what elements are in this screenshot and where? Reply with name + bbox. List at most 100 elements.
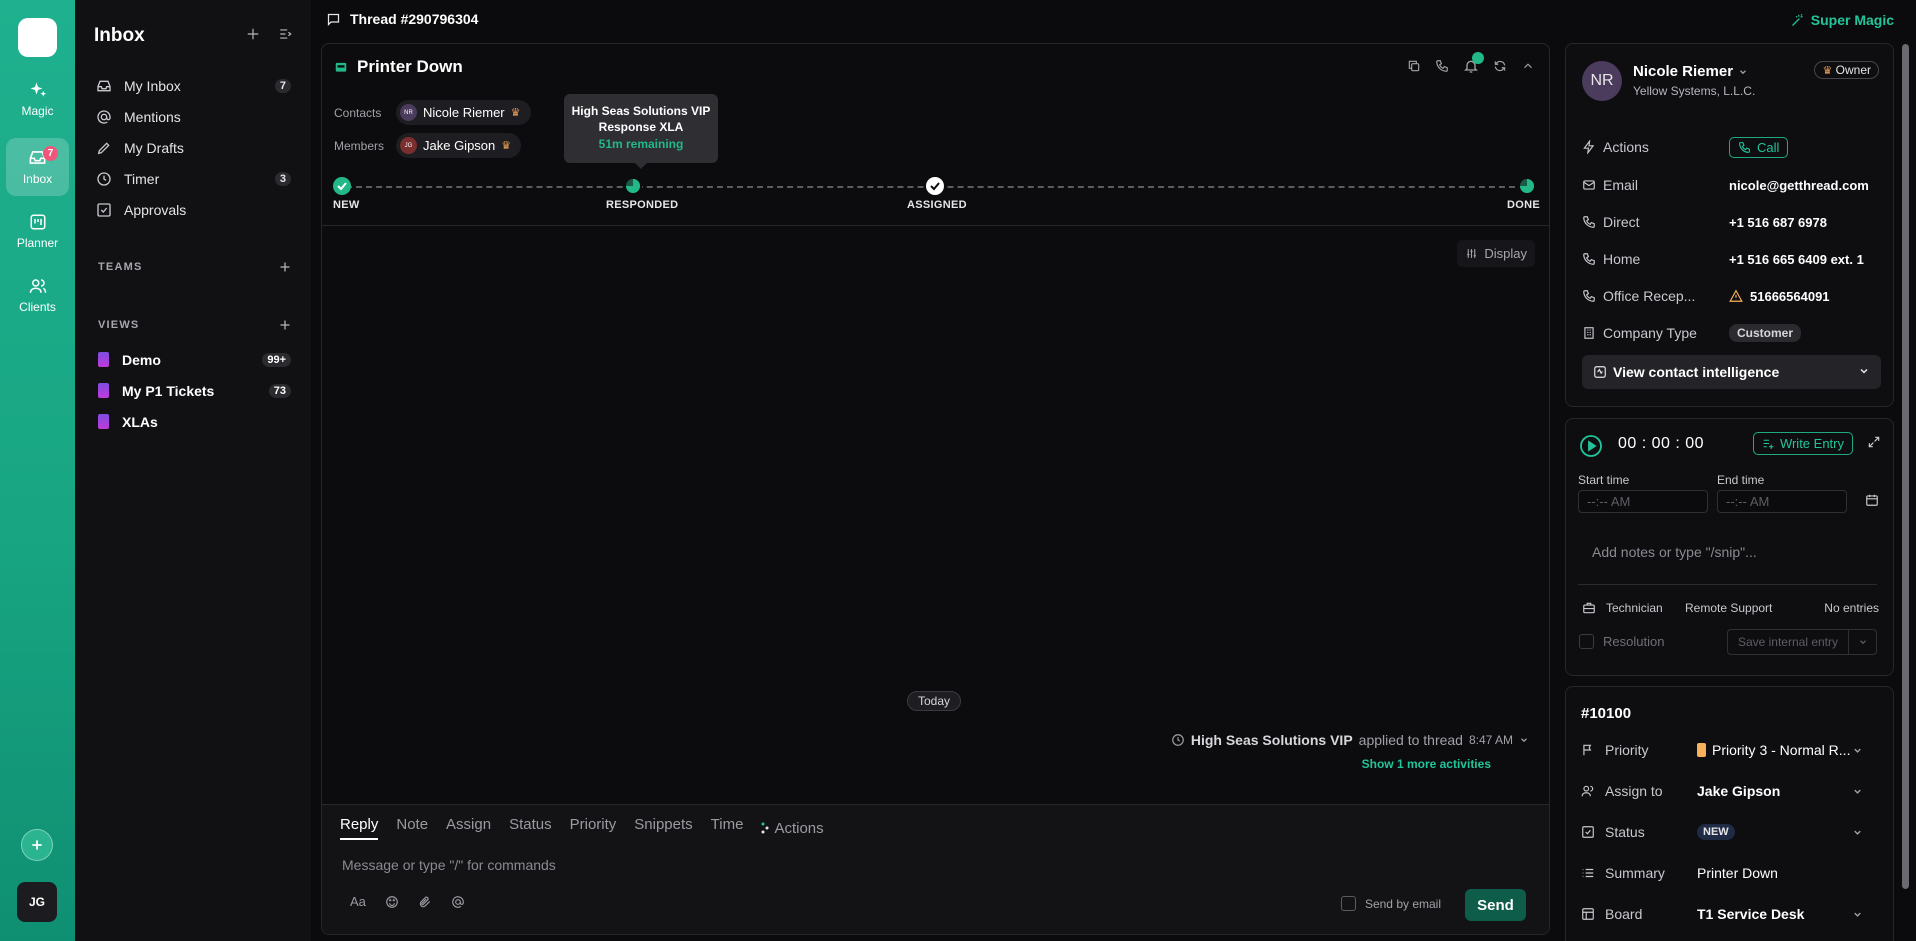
emoji-icon[interactable] [385,895,399,909]
resolution-checkbox[interactable] [1579,634,1594,649]
super-magic-button[interactable]: Super Magic [1790,12,1894,28]
right-panel-scrollbar[interactable] [1902,44,1909,889]
sidebar-view-xlas[interactable]: XLAs [75,406,311,437]
text-format-button[interactable]: Aa [350,894,366,909]
rail-magic[interactable]: Magic [6,70,69,128]
end-time-label: End time [1717,473,1765,487]
refresh-icon[interactable] [1493,59,1507,73]
call-button[interactable]: Call [1729,136,1789,158]
tab-actions[interactable]: Actions [761,816,824,840]
create-button[interactable] [21,829,53,861]
priority-row[interactable]: Priority Priority 3 - Normal R... [1581,738,1879,762]
end-time-input[interactable]: --:-- AM [1717,490,1847,513]
member-avatar: JG [400,137,417,154]
rail-inbox[interactable]: Inbox 7 [6,138,69,196]
sidebar-item-my-inbox[interactable]: My Inbox 7 [75,70,311,101]
tab-reply[interactable]: Reply [340,816,379,840]
rail-clients-label: Clients [19,299,56,314]
board-row[interactable]: Board T1 Service Desk [1581,902,1879,926]
chevron-down-icon[interactable] [1519,735,1529,745]
view-flag-icon [98,383,109,398]
mention-icon[interactable] [451,895,465,909]
collapse-sidebar-icon[interactable] [278,27,293,41]
user-avatar[interactable]: JG [17,882,57,922]
start-time-label: Start time [1578,473,1630,487]
sparkle-icon [29,81,47,99]
contact-name[interactable]: Nicole Riemer [1633,63,1748,80]
send-by-email-checkbox[interactable] [1340,896,1356,911]
rail-clients[interactable]: Clients [6,266,69,324]
xla-title: High Seas Solutions VIP Response XLA [571,104,711,134]
member-pill[interactable]: JG Jake Gipson ♛ [396,133,522,158]
chevron-down-icon[interactable] [1848,630,1876,654]
direct-value[interactable]: +1 516 687 6978 [1729,215,1827,230]
chevron-up-icon[interactable] [1521,59,1535,73]
timeline-node-done[interactable] [1518,177,1536,195]
calendar-icon[interactable] [1865,493,1879,507]
summary-row[interactable]: Summary Printer Down [1581,861,1879,885]
write-entry-button[interactable]: Write Entry [1752,432,1853,455]
app-logo[interactable] [18,18,57,57]
contact-intelligence-button[interactable]: View contact intelligence [1582,355,1881,389]
start-time-input[interactable]: --:-- AM [1578,490,1708,513]
email-value[interactable]: nicole@getthread.com [1729,178,1869,193]
message-input[interactable] [342,857,1242,873]
contact-pill[interactable]: NR Nicole Riemer ♛ [396,100,531,125]
tab-note[interactable]: Note [396,816,428,840]
sidebar-title: Inbox [94,25,145,46]
resolution-row[interactable]: Resolution [1579,634,1664,649]
users-icon [29,277,47,295]
email-row: Email nicole@getthread.com [1582,174,1879,196]
copy-icon[interactable] [1407,59,1421,73]
add-view-plus-icon[interactable] [279,319,291,331]
time-notes-input[interactable]: Add notes or type "/snip"... [1592,544,1757,560]
contacts-row: Contacts NR Nicole Riemer ♛ [334,100,531,125]
sidebar-item-my-drafts[interactable]: My Drafts [75,132,311,163]
play-icon[interactable] [1579,434,1603,458]
mail-icon [1582,178,1596,192]
send-by-email[interactable]: Send by email [1340,896,1441,911]
technician-label[interactable]: Technician [1606,601,1685,615]
rail-planner[interactable]: Planner [6,202,69,260]
tab-assign[interactable]: Assign [446,816,491,840]
new-plus-icon[interactable] [246,27,260,41]
views-heading: VIEWS [98,319,140,331]
ticket-title: Printer Down [334,57,463,77]
tab-priority[interactable]: Priority [570,816,617,840]
ticket-card: #10100 Priority Priority 3 - Normal R...… [1565,686,1894,941]
sidebar-item-approvals[interactable]: Approvals [75,194,311,225]
role-badge: ♛ Owner [1814,61,1879,79]
sidebar-item-timer[interactable]: Timer 3 [75,163,311,194]
sidebar-view-my-p1-tickets[interactable]: My P1 Tickets 73 [75,375,311,406]
office-reception-value[interactable]: 51666564091 [1750,289,1830,304]
entries-status: No entries [1824,601,1879,615]
add-team-plus-icon[interactable] [279,261,291,273]
assign-row[interactable]: Assign to Jake Gipson [1581,779,1879,803]
notification-bell-icon[interactable] [1463,52,1484,74]
tab-time[interactable]: Time [711,816,744,840]
send-button[interactable]: Send [1465,889,1526,921]
members-row: Members JG Jake Gipson ♛ [334,133,522,158]
rail-magic-label: Magic [21,103,54,118]
phone-icon[interactable] [1435,59,1449,73]
paperclip-icon[interactable] [418,895,432,909]
check-square-icon [96,202,112,218]
tab-status[interactable]: Status [509,816,552,840]
timeline-node-responded[interactable] [624,177,642,195]
display-button[interactable]: Display [1457,240,1535,267]
sidebar-view-demo[interactable]: Demo 99+ [75,344,311,375]
home-value[interactable]: +1 516 665 6409 ext. 1 [1729,252,1864,267]
list-icon [1581,866,1595,880]
status-badge: NEW [1697,824,1735,840]
work-type-label[interactable]: Remote Support [1685,601,1772,615]
status-row[interactable]: Status NEW [1581,820,1879,844]
timeline-node-assigned[interactable] [926,177,944,195]
show-more-activities-link[interactable]: Show 1 more activities [1362,757,1491,771]
crown-icon: ♛ [501,140,512,152]
save-internal-entry-button[interactable]: Save internal entry [1726,629,1877,655]
expand-icon[interactable] [1867,435,1881,449]
company-type-label: Company Type [1603,325,1697,341]
sidebar-item-mentions[interactable]: Mentions [75,101,311,132]
tab-snippets[interactable]: Snippets [634,816,692,840]
timeline-node-new[interactable] [333,177,351,195]
